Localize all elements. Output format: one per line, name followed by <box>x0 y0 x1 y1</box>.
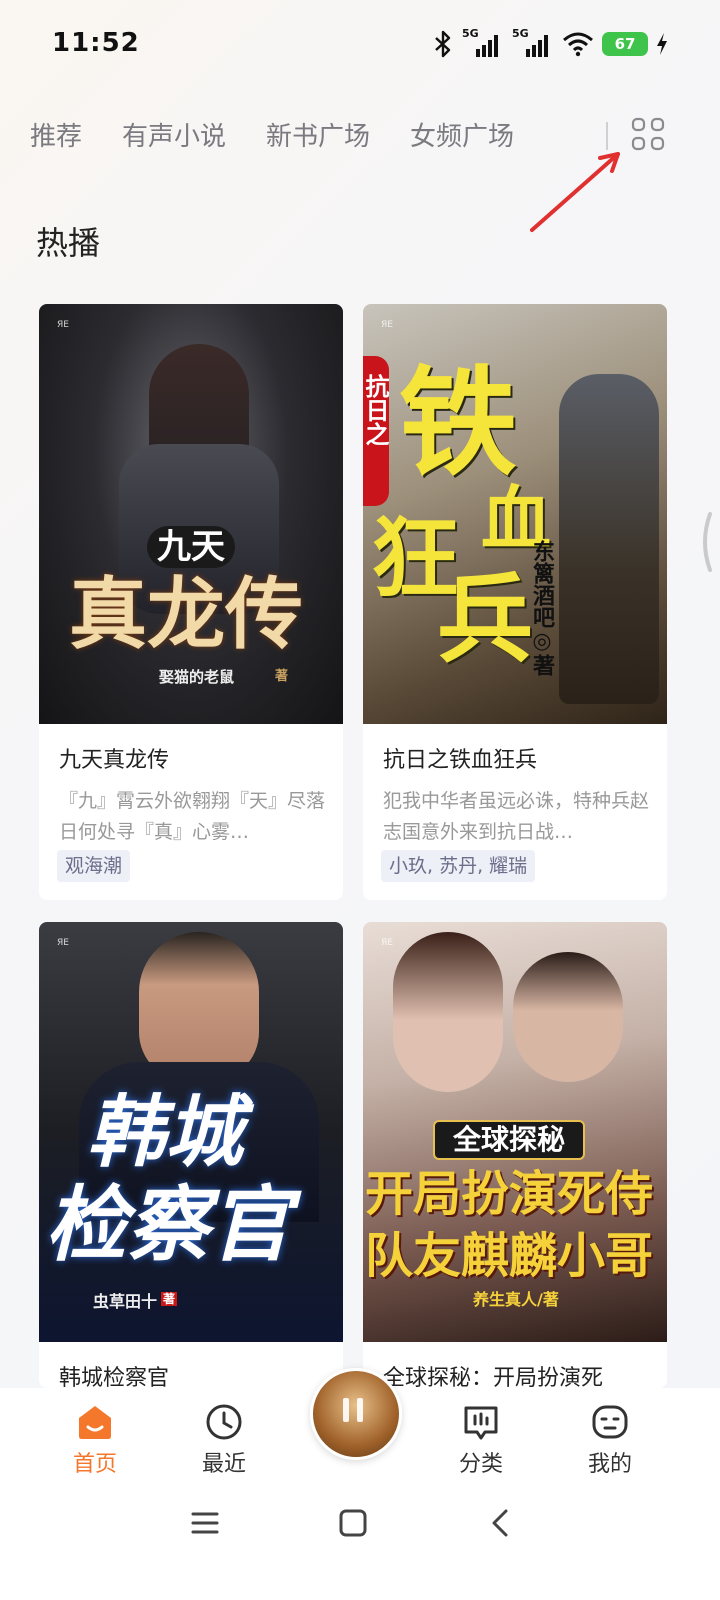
bluetooth-icon <box>435 30 451 58</box>
nav-recent[interactable]: 最近 <box>169 1402 279 1478</box>
cover-figure <box>559 374 659 704</box>
nav-profile[interactable]: 我的 <box>555 1402 665 1478</box>
status-time: 11:52 <box>52 28 140 58</box>
status-icons: 5G 5G 67 <box>432 27 668 60</box>
book-title: 韩城检察官 <box>59 1366 170 1388</box>
signal-icon: 5G <box>462 27 504 59</box>
section-title: 热播 <box>36 224 101 262</box>
book-cover: ЯE 九天 真龙传 娶猫的老鼠 著 <box>39 304 343 724</box>
clock-icon <box>206 1404 242 1440</box>
book-card[interactable]: ЯE 全球探秘 开局扮演死侍 队友麒麟小哥 养生真人/著 全球探秘：开局扮演死 <box>363 922 667 1388</box>
book-description: 『九』霄云外欲翱翔『天』尽落日何处寻『真』心雾… <box>59 790 326 843</box>
narrator-tag: 观海潮 <box>57 850 131 882</box>
book-cover: ЯE 韩城 检察官 虫草田十 著 <box>39 922 343 1342</box>
wifi-icon <box>563 32 593 57</box>
category-icon <box>464 1406 498 1440</box>
profile-icon <box>592 1405 628 1439</box>
cover-figure <box>513 952 623 1082</box>
edge-handle-icon[interactable] <box>696 510 714 574</box>
book-card[interactable]: ЯE 九天 真龙传 娶猫的老鼠 著 九天真龙传 『九』霄云外欲翱翔『天』尽落日何… <box>39 304 343 900</box>
book-title: 抗日之铁血狂兵 <box>383 748 538 773</box>
annotation-arrow-icon <box>530 152 620 232</box>
category-tabs: 推荐 有声小说 新书广场 女频广场 <box>30 112 554 156</box>
system-nav <box>0 1490 720 1570</box>
home-icon <box>79 1406 111 1439</box>
book-cover: ЯE 抗日之 铁 血 狂 兵 东篱酒吧◎著 <box>363 304 667 724</box>
signal-icon: 5G <box>512 27 554 59</box>
now-playing-button[interactable] <box>310 1368 402 1460</box>
nav-home[interactable]: 首页 <box>40 1402 150 1478</box>
book-title: 全球探秘：开局扮演死 <box>383 1366 604 1388</box>
cover-figure <box>139 932 259 1082</box>
charging-icon <box>657 33 667 55</box>
menu-icon[interactable] <box>190 1508 220 1538</box>
home-square-icon[interactable] <box>338 1508 368 1538</box>
tab-recommend[interactable]: 推荐 <box>30 116 82 153</box>
nav-category[interactable]: 分类 <box>426 1402 536 1478</box>
pause-icon <box>343 1398 363 1422</box>
back-icon[interactable] <box>486 1508 516 1538</box>
tab-new-books[interactable]: 新书广场 <box>266 116 370 153</box>
book-card[interactable]: ЯE 抗日之 铁 血 狂 兵 东篱酒吧◎著 抗日之铁血狂兵 犯我中华者虽远必诛，… <box>363 304 667 900</box>
book-description: 犯我中华者虽远必诛，特种兵赵志国意外来到抗日战… <box>383 790 650 843</box>
status-bar: 11:52 5G 5G 67 <box>0 0 720 90</box>
tab-audio-novels[interactable]: 有声小说 <box>122 116 226 153</box>
battery-icon: 67 <box>602 32 648 56</box>
tab-female-channel[interactable]: 女频广场 <box>410 116 514 153</box>
narrator-tag: 小玖, 苏丹, 耀瑞 <box>381 850 536 882</box>
book-title: 九天真龙传 <box>59 748 170 773</box>
book-cover: ЯE 全球探秘 开局扮演死侍 队友麒麟小哥 养生真人/著 <box>363 922 667 1342</box>
book-card[interactable]: ЯE 韩城 检察官 虫草田十 著 韩城检察官 <box>39 922 343 1388</box>
grid-menu-icon[interactable] <box>630 116 666 152</box>
